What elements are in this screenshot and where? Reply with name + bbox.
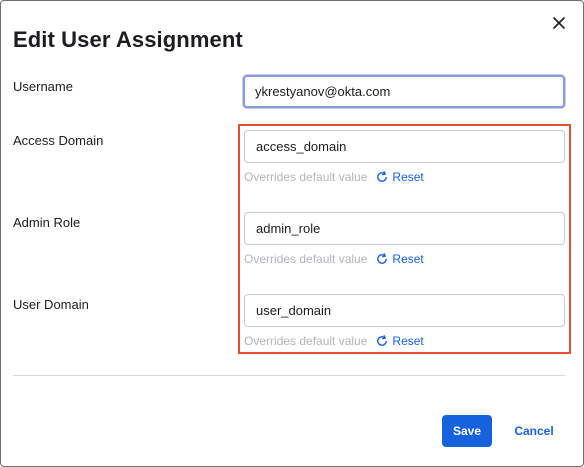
access-domain-helper: Overrides default value Reset xyxy=(244,168,424,186)
admin-role-label: Admin Role xyxy=(13,215,81,230)
admin-role-reset-button[interactable]: Reset xyxy=(376,252,424,266)
user-domain-reset-button[interactable]: Reset xyxy=(376,334,424,348)
user-domain-label: User Domain xyxy=(13,297,89,312)
admin-role-input[interactable] xyxy=(244,212,565,245)
edit-user-assignment-dialog: Edit User Assignment Username Access Dom… xyxy=(0,0,584,467)
cancel-button[interactable]: Cancel xyxy=(506,415,562,447)
access-domain-helper-text: Overrides default value xyxy=(244,170,368,184)
access-domain-input[interactable] xyxy=(244,130,565,163)
save-button[interactable]: Save xyxy=(442,415,492,447)
refresh-icon xyxy=(377,253,388,264)
access-domain-reset-button[interactable]: Reset xyxy=(376,170,424,184)
admin-role-helper: Overrides default value Reset xyxy=(244,250,424,268)
admin-role-helper-text: Overrides default value xyxy=(244,252,368,266)
user-domain-input[interactable] xyxy=(244,294,565,327)
refresh-icon xyxy=(377,171,388,182)
close-icon xyxy=(553,17,565,29)
username-label: Username xyxy=(13,79,73,94)
user-domain-helper-text: Overrides default value xyxy=(244,334,368,348)
dialog-title: Edit User Assignment xyxy=(13,27,243,52)
close-button[interactable] xyxy=(549,13,569,33)
refresh-icon xyxy=(377,335,388,346)
user-domain-helper: Overrides default value Reset xyxy=(244,332,424,350)
footer-divider xyxy=(13,375,565,376)
user-domain-reset-label: Reset xyxy=(392,334,424,348)
access-domain-label: Access Domain xyxy=(13,133,104,148)
admin-role-reset-label: Reset xyxy=(392,252,424,266)
username-input[interactable] xyxy=(243,75,565,108)
access-domain-reset-label: Reset xyxy=(392,170,424,184)
